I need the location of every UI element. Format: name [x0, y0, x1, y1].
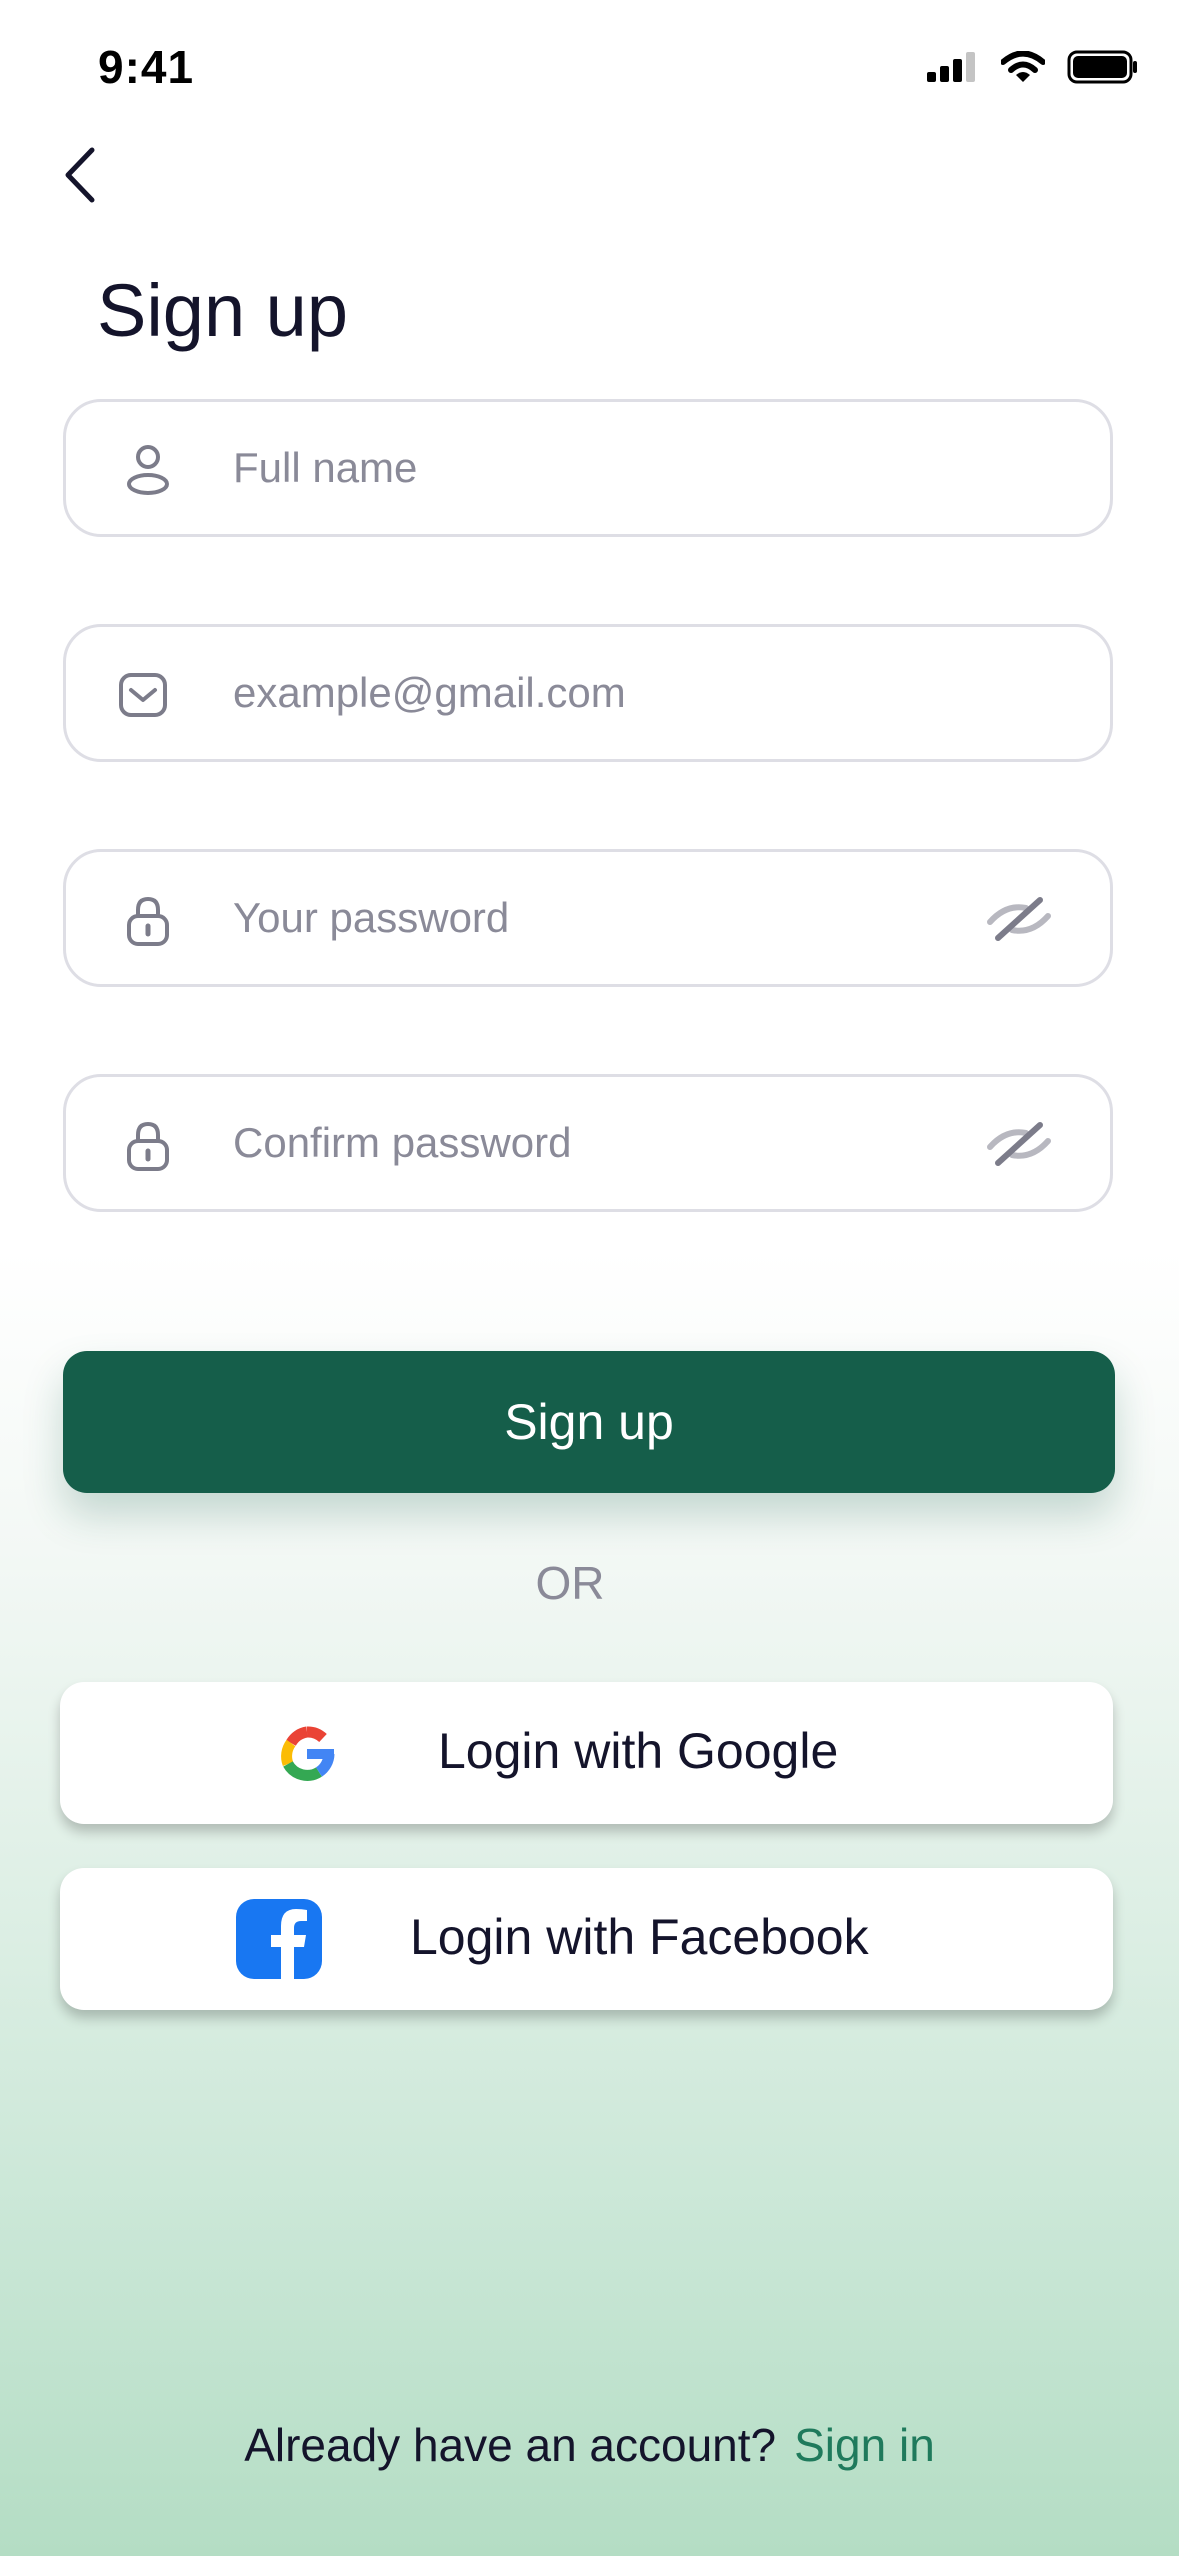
- signin-prompt-text: Already have an account?: [244, 2419, 777, 2471]
- signup-button[interactable]: Sign up: [63, 1351, 1115, 1493]
- confirm-password-input[interactable]: [233, 1077, 993, 1209]
- password-field[interactable]: [63, 849, 1113, 987]
- or-divider: OR: [535, 1557, 605, 1609]
- back-button[interactable]: [58, 140, 118, 210]
- lock-icon: [127, 1121, 169, 1171]
- signin-link[interactable]: Sign in: [794, 2419, 935, 2471]
- confirm-password-field[interactable]: [63, 1074, 1113, 1212]
- google-login-button[interactable]: Login with Google: [60, 1682, 1113, 1824]
- facebook-login-label: Login with Facebook: [410, 1909, 869, 1965]
- full-name-field[interactable]: [63, 399, 1113, 537]
- battery-icon: [1067, 50, 1137, 84]
- status-time: 9:41: [98, 41, 195, 93]
- eye-hidden-icon[interactable]: [986, 1119, 1052, 1169]
- google-login-label: Login with Google: [438, 1723, 839, 1779]
- mail-icon: [119, 673, 167, 717]
- wifi-icon: [1001, 51, 1045, 82]
- user-icon: [127, 445, 169, 495]
- email-input[interactable]: [233, 627, 993, 759]
- eye-hidden-icon[interactable]: [986, 894, 1052, 944]
- back-arrow-icon: [65, 147, 95, 203]
- status-icons: [927, 50, 1139, 84]
- facebook-login-button[interactable]: Login with Facebook: [60, 1868, 1113, 2010]
- email-field[interactable]: [63, 624, 1113, 762]
- signin-prompt: Already have an account? Sign in: [0, 2418, 1179, 2472]
- full-name-input[interactable]: [233, 402, 993, 534]
- password-input[interactable]: [233, 852, 993, 984]
- lock-icon: [127, 896, 169, 946]
- signal-icon: [927, 52, 975, 82]
- page-title: Sign up: [97, 269, 348, 352]
- facebook-icon: [236, 1899, 322, 1979]
- google-icon: [281, 1726, 335, 1781]
